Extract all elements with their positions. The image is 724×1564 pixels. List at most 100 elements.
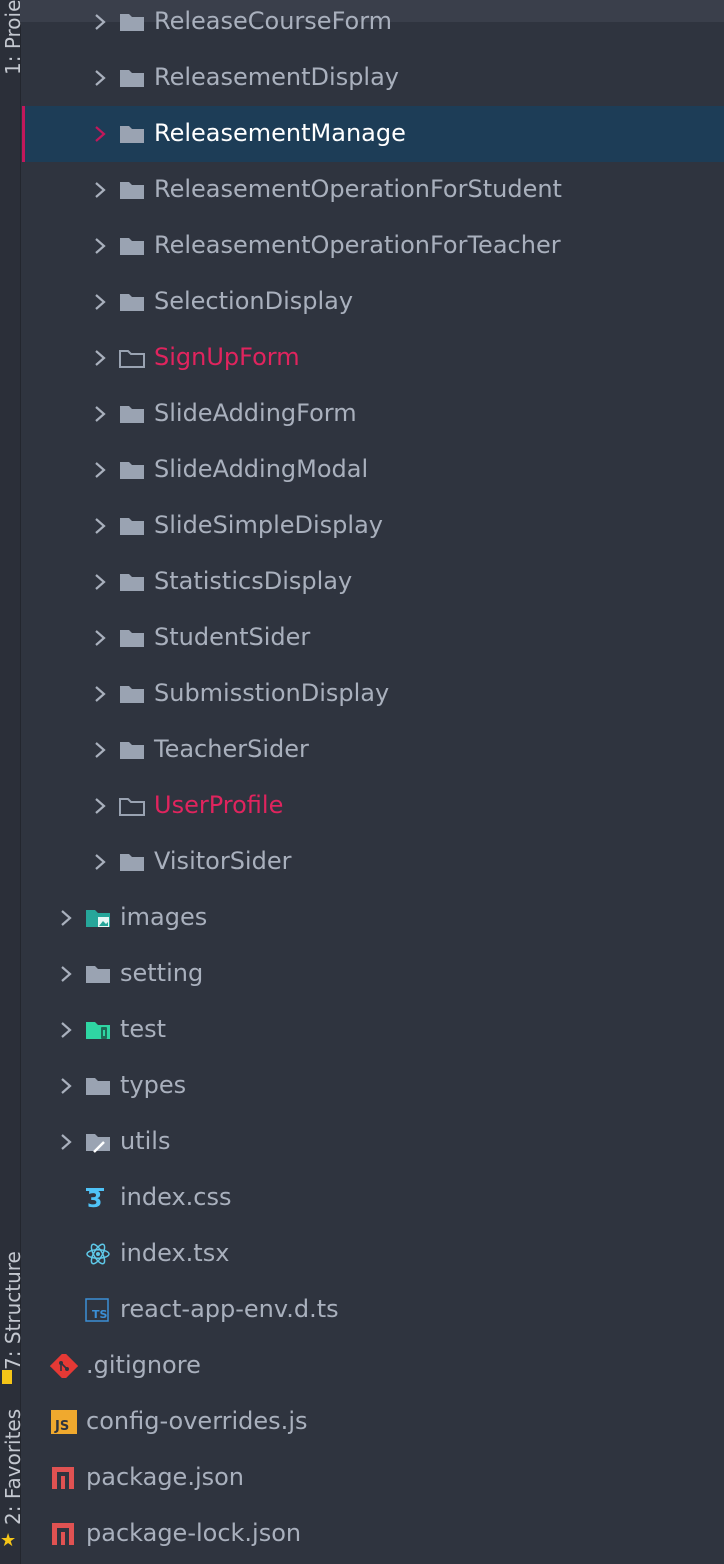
tree-row-label: index.tsx <box>120 1239 230 1267</box>
tool-window-sidebar: 1: Project 7: Structure 2: Favorites ★ <box>0 0 25 1564</box>
tree-row[interactable]: SignUpForm <box>22 330 724 386</box>
tree-row[interactable]: StudentSider <box>22 610 724 666</box>
tree-row[interactable]: ReleasementDisplay <box>22 50 724 106</box>
folder-outline-icon <box>118 794 146 818</box>
tree-row[interactable]: setting <box>22 946 724 1002</box>
folder-icon <box>118 66 146 90</box>
folder-icon <box>118 402 146 426</box>
tree-row-label: images <box>120 903 208 931</box>
chevron-right-icon[interactable] <box>90 794 110 818</box>
chevron-right-icon[interactable] <box>90 682 110 706</box>
tree-row[interactable]: ReleaseCourseForm <box>22 0 724 50</box>
chevron-right-icon[interactable] <box>56 1074 76 1098</box>
tree-row[interactable]: SelectionDisplay <box>22 274 724 330</box>
chevron-right-icon[interactable] <box>90 178 110 202</box>
git-file-icon <box>49 1351 79 1381</box>
css-file-icon: 3 <box>84 1186 112 1213</box>
tree-row[interactable]: package.json <box>22 1450 724 1506</box>
react-file-icon <box>84 1242 112 1266</box>
chevron-right-icon[interactable] <box>90 346 110 370</box>
folder-icon <box>118 626 146 650</box>
tree-row-label: SlideSimpleDisplay <box>154 511 383 539</box>
tree-row[interactable]: StatisticsDisplay <box>22 554 724 610</box>
svg-text:3: 3 <box>87 1188 102 1210</box>
folder-test-icon <box>84 1018 112 1042</box>
tree-row[interactable]: index.tsx <box>22 1226 724 1282</box>
tree-row[interactable]: VisitorSider <box>22 834 724 890</box>
folder-utils-icon <box>84 1130 112 1154</box>
tree-row-label: SlideAddingModal <box>154 455 369 483</box>
tab-project[interactable]: 1: Project <box>0 0 25 96</box>
tree-row[interactable]: .gitignore <box>22 1338 724 1394</box>
chevron-right-icon[interactable] <box>90 514 110 538</box>
js-file-icon: JS <box>50 1410 78 1434</box>
tree-row[interactable]: ReleasementManage <box>22 106 724 162</box>
tab-structure[interactable]: 7: Structure <box>0 1220 25 1390</box>
tree-row-label: StudentSider <box>154 623 311 651</box>
folder-icon <box>84 1074 112 1098</box>
tree-row[interactable]: types <box>22 1058 724 1114</box>
tree-row[interactable]: test <box>22 1002 724 1058</box>
chevron-right-icon[interactable] <box>90 570 110 594</box>
folder-icon <box>118 290 146 314</box>
chevron-right-icon[interactable] <box>56 906 76 930</box>
tree-row-label: index.css <box>120 1183 232 1211</box>
tree-row-label: SubmisstionDisplay <box>154 679 390 707</box>
tree-row[interactable]: SlideAddingModal <box>22 442 724 498</box>
svg-text:JS: JS <box>54 1419 69 1434</box>
tree-row[interactable]: ReleasementOperationForTeacher <box>22 218 724 274</box>
folder-icon <box>118 458 146 482</box>
chevron-right-icon[interactable] <box>90 10 110 34</box>
chevron-right-icon[interactable] <box>56 1130 76 1154</box>
chevron-right-icon[interactable] <box>90 234 110 258</box>
chevron-right-icon[interactable] <box>90 850 110 874</box>
tree-row-label: ReleasementDisplay <box>154 63 400 91</box>
chevron-right-icon[interactable] <box>90 458 110 482</box>
tree-row[interactable]: TeacherSider <box>22 722 724 778</box>
npm-file-icon <box>50 1466 78 1490</box>
tree-row[interactable]: TS react-app-env.d.ts <box>22 1282 724 1338</box>
tree-row[interactable]: JS config-overrides.js <box>22 1394 724 1450</box>
tree-row[interactable]: SlideSimpleDisplay <box>22 498 724 554</box>
tree-row-label: SelectionDisplay <box>154 287 354 315</box>
tree-row[interactable]: 3 index.css <box>22 1170 724 1226</box>
chevron-right-icon[interactable] <box>90 66 110 90</box>
tree-row-label: test <box>120 1015 167 1043</box>
tree-row-label: SignUpForm <box>154 343 300 371</box>
tree-row[interactable]: images <box>22 890 724 946</box>
chevron-right-icon[interactable] <box>90 626 110 650</box>
chevron-right-icon[interactable] <box>90 290 110 314</box>
tree-row-label: .gitignore <box>86 1351 201 1379</box>
folder-icon <box>118 570 146 594</box>
chevron-right-icon[interactable] <box>90 122 110 146</box>
structure-icon <box>2 1370 12 1384</box>
tree-row-label: SlideAddingForm <box>154 399 357 427</box>
folder-outline-icon <box>118 346 146 370</box>
tab-favorites[interactable]: 2: Favorites ★ <box>0 1400 25 1564</box>
folder-icon <box>118 178 146 202</box>
tree-row-label: react-app-env.d.ts <box>120 1295 339 1323</box>
chevron-right-icon[interactable] <box>56 962 76 986</box>
tree-row-label: StatisticsDisplay <box>154 567 353 595</box>
chevron-right-icon[interactable] <box>90 402 110 426</box>
folder-icon <box>84 962 112 986</box>
tree-row[interactable]: UserProfile <box>22 778 724 834</box>
tree-row-label: ReleasementManage <box>154 119 406 147</box>
folder-images-icon <box>84 906 112 930</box>
ts-file-icon: TS <box>84 1298 112 1322</box>
folder-icon <box>118 738 146 762</box>
folder-icon <box>118 682 146 706</box>
tree-row-label: TeacherSider <box>154 735 309 763</box>
folder-icon <box>118 514 146 538</box>
chevron-right-icon[interactable] <box>90 738 110 762</box>
tree-row[interactable]: ReleasementOperationForStudent <box>22 162 724 218</box>
star-icon: ★ <box>0 1530 17 1551</box>
tree-row[interactable]: SubmisstionDisplay <box>22 666 724 722</box>
tree-row[interactable]: package-lock.json <box>22 1506 724 1562</box>
tree-row[interactable]: SlideAddingForm <box>22 386 724 442</box>
tree-row-label: setting <box>120 959 204 987</box>
tree-row-label: ReleasementOperationForTeacher <box>154 231 561 259</box>
tree-row-label: VisitorSider <box>154 847 292 875</box>
tree-row[interactable]: utils <box>22 1114 724 1170</box>
chevron-right-icon[interactable] <box>56 1018 76 1042</box>
